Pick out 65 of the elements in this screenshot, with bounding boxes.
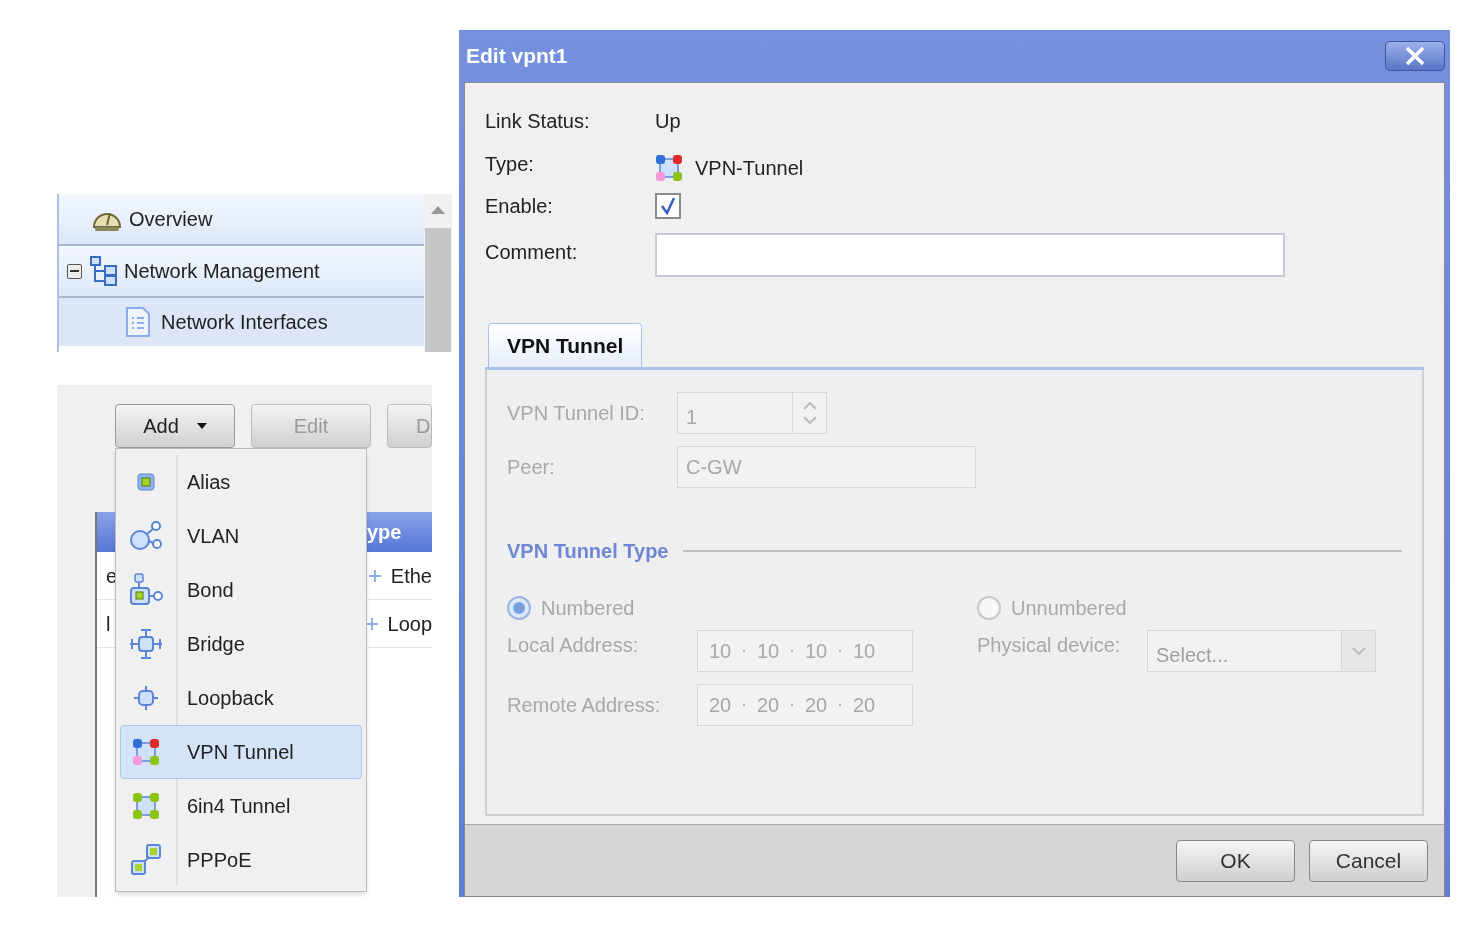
chevron-down-icon (1351, 647, 1366, 655)
dialog-button[interactable]: OK (1176, 839, 1295, 882)
field-label: Link Status: (485, 109, 591, 134)
ip-octet: 10 (756, 639, 780, 664)
section-title: VPN Tunnel Type (507, 539, 669, 564)
scrollbar[interactable] (424, 194, 452, 352)
dialog-button[interactable]: Cancel (1309, 839, 1428, 882)
window-title: Edit vpnt1 (466, 43, 568, 70)
field-label: Comment: (485, 240, 579, 265)
field-label: Type: (485, 152, 535, 177)
ip-octet: 20 (756, 693, 780, 718)
menu-item[interactable]: VPN Tunnel (120, 725, 362, 779)
caret-icon (196, 423, 207, 429)
menu-item[interactable]: Bond (120, 563, 362, 617)
field-label: Remote Address: (507, 693, 662, 718)
table-cell-text: l (105, 611, 112, 637)
radio-label: Numbered (541, 596, 635, 621)
bond-nodes-icon (129, 573, 163, 607)
add-menu-button[interactable]: Add (115, 404, 235, 448)
type-value: VPN-Tunnel (695, 156, 804, 181)
table-cell-text: Loop (387, 611, 432, 637)
table-cell-text: Ethe (390, 563, 432, 589)
branch-nodes-icon (129, 520, 163, 552)
field-label: VPN Tunnel ID: (507, 401, 646, 426)
tunnel-nodes-icon (132, 792, 160, 820)
square-node-icon (137, 473, 155, 491)
ip-octet: 20 (708, 693, 732, 718)
scroll-up-icon[interactable] (431, 206, 445, 214)
ip-octet: 10 (708, 639, 732, 664)
tab[interactable]: VPN Tunnel (488, 323, 643, 367)
field-label: Physical device: (977, 633, 1122, 658)
link-status-value: Up (655, 109, 681, 134)
close-button[interactable] (1385, 41, 1445, 71)
menu-item[interactable]: VLAN (120, 509, 362, 563)
select-placeholder: Select... (1155, 643, 1230, 668)
tree-item[interactable]: Overview (59, 194, 424, 246)
ip-octet: 10 (804, 639, 828, 664)
radio-label: Unnumbered (1011, 596, 1127, 621)
menu-item[interactable]: Alias (120, 455, 362, 509)
hub-icon (129, 628, 163, 660)
tree-structure-icon (90, 256, 118, 286)
field-label: Enable: (485, 194, 554, 219)
checkmark-icon (660, 197, 676, 215)
spin-down-icon[interactable] (802, 416, 817, 424)
spin-up-icon[interactable] (802, 402, 817, 410)
ip-octet: 10 (852, 639, 876, 664)
number-value: 1 (685, 405, 699, 430)
tree-item[interactable]: Network Management (59, 246, 424, 298)
menu-item[interactable]: 6in4 Tunnel (120, 779, 362, 833)
ip-octet: 20 (852, 693, 876, 718)
menu-item[interactable]: PPPoE (120, 833, 362, 887)
tree-item[interactable]: Network Interfaces (59, 298, 424, 346)
tunnel-nodes-icon (655, 154, 683, 182)
comment-field[interactable] (655, 233, 1285, 277)
collapse-icon[interactable] (67, 263, 82, 279)
tunnel-nodes-icon (132, 738, 160, 766)
ip-octet: 20 (804, 693, 828, 718)
field-label: Local Address: (507, 633, 640, 658)
document-list-icon (125, 307, 151, 337)
enable-checkbox[interactable] (655, 193, 681, 219)
close-icon (1405, 46, 1425, 66)
linked-nodes-icon (130, 844, 162, 876)
menu-item[interactable]: Bridge (120, 617, 362, 671)
field-label: Peer: (507, 455, 556, 480)
menu-item[interactable]: Loopback (120, 671, 362, 725)
